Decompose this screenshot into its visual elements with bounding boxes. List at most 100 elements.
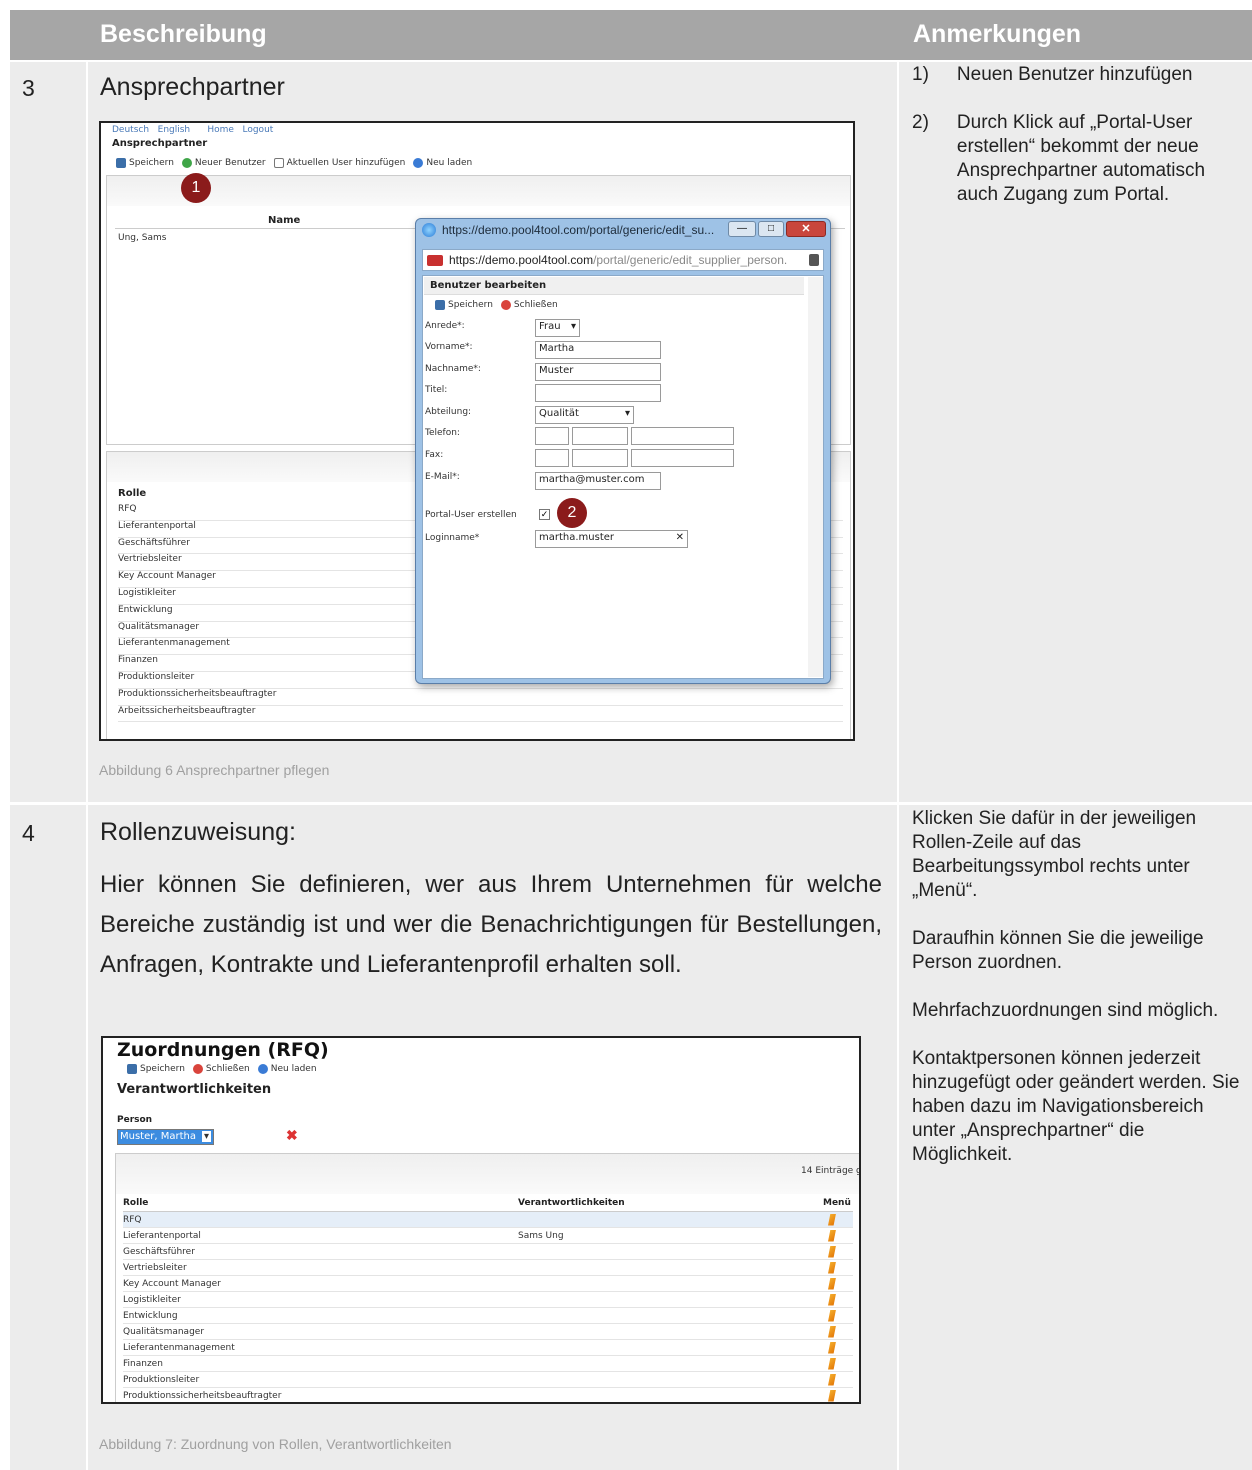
reload-icon [413, 158, 424, 168]
popup-toolbar: Speichern Schließen [435, 300, 566, 310]
label-loginname: Loginname* [425, 533, 480, 543]
popup-title: https://demo.pool4tool.com/portal/generi… [442, 223, 715, 237]
close-window-button[interactable]: ✕ [786, 221, 826, 237]
input-telefon-country[interactable] [535, 427, 569, 445]
column-header-name: Name [268, 215, 301, 226]
note-text: Daraufhin können Sie die jeweilige Perso… [912, 928, 1204, 973]
table-row[interactable]: Produktionssicherheitsbeauftragter [123, 1388, 853, 1402]
lang-link-english[interactable]: English [158, 125, 191, 135]
input-telefon-area[interactable] [572, 427, 628, 445]
column-header-rolle: Rolle [118, 488, 147, 499]
note-number: 1) [912, 64, 929, 85]
note-text: Mehrfachzuordnungen sind möglich. [912, 1000, 1219, 1021]
popup-window: https://demo.pool4tool.com/portal/generi… [415, 218, 831, 684]
table-row[interactable]: Lieferantenportal Sams Ung [123, 1228, 853, 1244]
input-fax-number[interactable] [631, 449, 734, 467]
select-anrede[interactable]: Frau ▾ [535, 319, 580, 337]
page-title: Zuordnungen (RFQ) [117, 1039, 329, 1061]
site-icon [427, 255, 443, 266]
name-value[interactable]: Ung, Sams [118, 233, 166, 243]
input-fax-area[interactable] [572, 449, 628, 467]
table-row[interactable]: Produktionsleiter [123, 1372, 853, 1388]
table-row[interactable]: Logistikleiter [123, 1292, 853, 1308]
edit-icon[interactable] [828, 1325, 836, 1338]
save-button[interactable]: Speichern [127, 1064, 185, 1074]
input-titel[interactable] [535, 384, 661, 402]
minimize-button[interactable]: — [728, 221, 756, 237]
person-label: Person [117, 1115, 153, 1125]
edit-icon[interactable] [828, 1213, 836, 1226]
note-text: Durch Klick auf „Portal-User erstellen“ … [956, 112, 1206, 205]
label-anrede: Anrede*: [425, 321, 465, 331]
input-telefon-number[interactable] [631, 427, 734, 445]
header-beschreibung: Beschreibung [100, 20, 267, 48]
person-select[interactable]: Muster, Martha ▾ [117, 1129, 214, 1145]
save-button[interactable]: Speichern [116, 158, 174, 168]
home-link[interactable]: Home [207, 125, 234, 135]
close-icon [500, 300, 511, 310]
section-paragraph: Hier können Sie definieren, wer aus Ihre… [100, 871, 882, 978]
list-item[interactable]: Produktionssicherheitsbeauftragter [118, 689, 843, 706]
table-row[interactable]: Finanzen [123, 1356, 853, 1372]
screenshot-ansprechpartner: Deutsch English Home Logout Ansprechpart… [99, 121, 855, 741]
header-verantwortlichkeiten: Verantwortlichkeiten [518, 1198, 625, 1208]
table-row[interactable]: Entwicklung [123, 1308, 853, 1324]
edit-icon[interactable] [828, 1309, 836, 1322]
close-icon [192, 1064, 203, 1074]
edit-icon[interactable] [828, 1229, 836, 1242]
notes-row3: 1) Neuen Benutzer hinzufügen 2) Durch Kl… [912, 63, 1242, 207]
edit-icon[interactable] [828, 1293, 836, 1306]
section-title: Rollenzuweisung: [100, 818, 296, 846]
popup-content: Benutzer bearbeiten Speichern Schließen … [422, 275, 824, 679]
address-bar[interactable]: https://demo.pool4tool.com/portal/generi… [422, 249, 824, 271]
label-portal-user: Portal-User erstellen [425, 510, 517, 520]
scrollbar[interactable] [808, 277, 823, 677]
new-user-button[interactable]: Neuer Benutzer [181, 158, 266, 168]
close-button[interactable]: Schließen [500, 300, 558, 310]
edit-icon[interactable] [828, 1373, 836, 1386]
table-row[interactable]: Qualitätsmanager [123, 1324, 853, 1340]
add-current-user-button[interactable]: Aktuellen User hinzufügen [273, 158, 405, 168]
callout-badge-1: 1 [181, 173, 211, 203]
edit-icon[interactable] [828, 1277, 836, 1290]
input-loginname[interactable]: martha.muster ✕ [535, 530, 688, 548]
edit-icon[interactable] [828, 1357, 836, 1370]
note-text: Kontaktpersonen können jederzeit hinzuge… [912, 1048, 1240, 1165]
toolbar: Speichern Neuer Benutzer Aktuellen User … [116, 158, 480, 168]
remove-icon[interactable]: ✖ [286, 1127, 298, 1144]
table-row[interactable]: Geschäftsführer [123, 1244, 853, 1260]
input-vorname[interactable]: Martha [535, 341, 661, 359]
logout-link[interactable]: Logout [242, 125, 273, 135]
table-row[interactable]: Vertriebsleiter [123, 1260, 853, 1276]
note-text: Neuen Benutzer hinzufügen [956, 64, 1193, 85]
figure-caption: Abbildung 7: Zuordnung von Rollen, Veran… [99, 1436, 452, 1452]
input-email[interactable]: martha@muster.com [535, 472, 661, 490]
select-abteilung[interactable]: Qualität ▾ [535, 406, 634, 424]
table-header-row: Rolle Verantwortlichkeiten Menü [123, 1198, 853, 1212]
toolbar: Speichern Schließen Neu laden [127, 1064, 325, 1074]
input-nachname[interactable]: Muster [535, 363, 661, 381]
table-row[interactable]: Key Account Manager [123, 1276, 853, 1292]
edit-icon[interactable] [828, 1341, 836, 1354]
input-fax-country[interactable] [535, 449, 569, 467]
clear-icon[interactable]: ✕ [676, 532, 684, 543]
reload-button[interactable]: Neu laden [413, 158, 472, 168]
maximize-button[interactable]: □ [758, 221, 784, 237]
column-divider [897, 62, 899, 1470]
label-fax: Fax: [425, 450, 444, 460]
row-number: 3 [22, 75, 35, 101]
lang-link-deutsch[interactable]: Deutsch [112, 125, 149, 135]
close-button[interactable]: Schließen [192, 1064, 250, 1074]
edit-icon[interactable] [828, 1245, 836, 1258]
table-row[interactable]: RFQ [123, 1212, 853, 1228]
list-item[interactable]: Arbeitssicherheitsbeauftragter [118, 706, 843, 723]
checkbox-portal-user[interactable]: ✓ [539, 509, 550, 520]
url-path: /portal/generic/edit_supplier_person. [593, 253, 788, 267]
edit-icon[interactable] [828, 1261, 836, 1274]
table-row[interactable]: Lieferantenmanagement [123, 1340, 853, 1356]
save-button[interactable]: Speichern [435, 300, 493, 310]
save-icon [116, 158, 126, 168]
reload-button[interactable]: Neu laden [257, 1064, 317, 1074]
header-menu: Menü [823, 1198, 851, 1208]
edit-icon[interactable] [828, 1389, 836, 1402]
